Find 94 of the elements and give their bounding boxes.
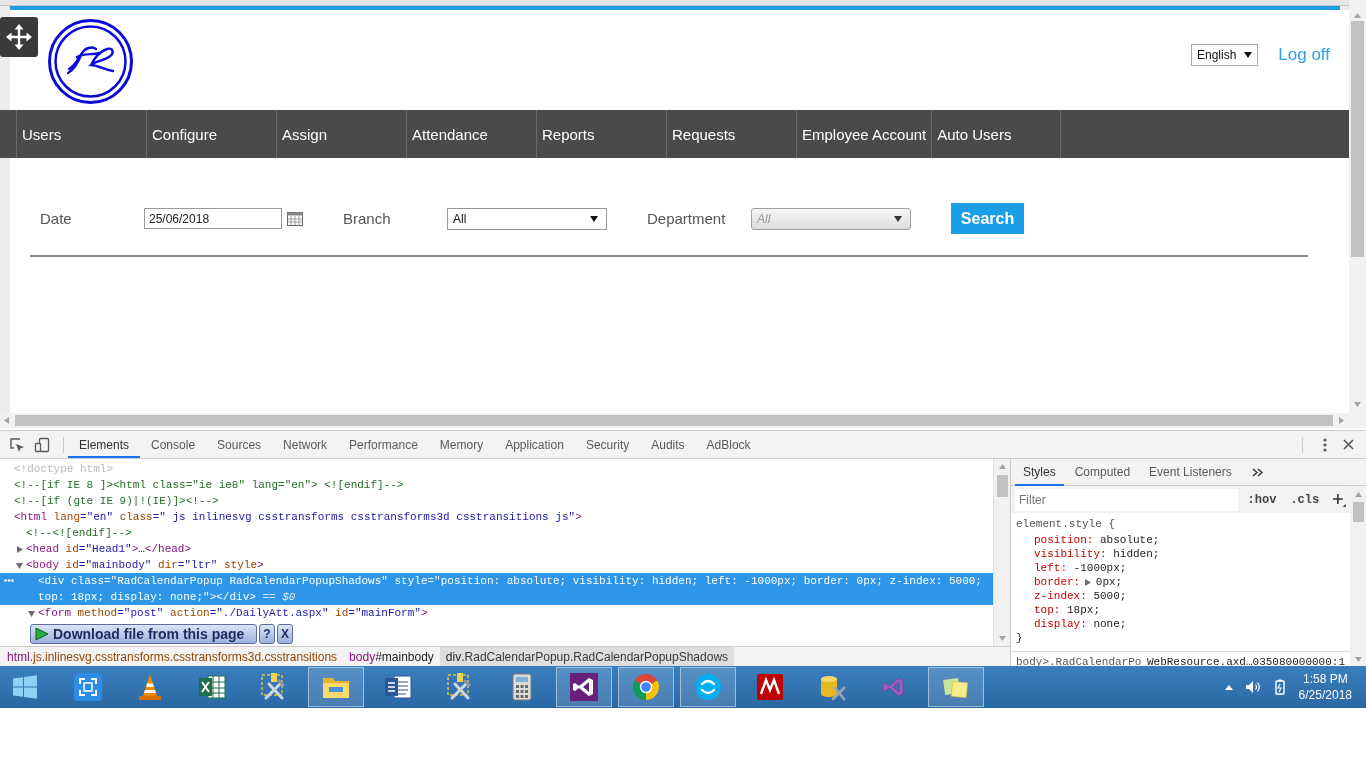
- clock-time[interactable]: 1:58 PM: [1302, 671, 1348, 687]
- branch-select[interactable]: All: [447, 207, 607, 230]
- segmented-circle-icon: [631, 672, 661, 702]
- double-chevron-icon[interactable]: [1251, 467, 1263, 477]
- css-property: border:: [1034, 575, 1081, 589]
- frame-corners-icon: [73, 672, 103, 702]
- field-label: Branch: [343, 210, 392, 227]
- filter-field[interactable]: Filter: [1015, 488, 1238, 511]
- expander-icon[interactable]: [16, 561, 23, 569]
- dom-node[interactable]: <body id="mainbody" dir="ltr" style>: [16, 557, 264, 573]
- devtools-tab[interactable]: Sources: [206, 431, 273, 458]
- dom-node[interactable]: <form method="post" action="./DailyAtt.aspx" id="mainForm">: [28, 605, 428, 621]
- scroll-up-icon[interactable]: [1354, 492, 1362, 497]
- ellipsis-icon[interactable]: [4, 579, 14, 582]
- dom-node[interactable]: <html lang="en" class=" js inlinesvg csstransforms csstransforms3d csstransitions js">: [14, 509, 582, 525]
- devices-icon[interactable]: [34, 436, 50, 453]
- devtools-tab[interactable]: AdBlock: [695, 431, 762, 458]
- css-value: 0px;: [1095, 575, 1123, 589]
- spreadsheet-icon: [197, 672, 227, 702]
- clock-date[interactable]: 6/25/2018: [1298, 687, 1352, 703]
- css-property: z-index:: [1034, 589, 1087, 603]
- caret-up-icon[interactable]: [1224, 684, 1233, 690]
- caret-icon: [1244, 52, 1253, 58]
- css-property: position:: [1034, 533, 1094, 547]
- start-icon: [12, 674, 38, 700]
- bubble-icon: [693, 672, 723, 702]
- field-label: Date: [40, 210, 73, 227]
- scroll-down-icon[interactable]: [998, 636, 1006, 641]
- more-icon[interactable]: [1323, 437, 1327, 452]
- field-label: Department: [647, 210, 727, 227]
- calendar-icon[interactable]: [287, 211, 303, 226]
- caret-icon: [590, 215, 598, 222]
- scrollbar-thumb[interactable]: [1352, 502, 1364, 522]
- dom-node[interactable]: <!--<![endif]-->: [26, 525, 132, 541]
- breadcrumb[interactable]: div.RadCalendarPopup.RadCalendarPopupShadows: [439, 647, 735, 666]
- expander-icon[interactable]: [16, 545, 23, 553]
- zigzag-tile-icon: [755, 672, 785, 702]
- scrollbar-thumb[interactable]: [15, 415, 1333, 426]
- scroll-left-icon[interactable]: [4, 417, 9, 424]
- close-icon[interactable]: [1343, 439, 1354, 450]
- play-icon: [35, 627, 49, 641]
- hover-state-button[interactable]: :hov: [1243, 492, 1281, 507]
- dom-node[interactable]: <head id="Head1">…</head>: [16, 541, 192, 557]
- ribbon-tile-icon: [569, 672, 599, 702]
- scroll-down-icon[interactable]: [1354, 402, 1361, 407]
- caret-icon: [894, 215, 902, 222]
- css-value: absolute;: [1100, 533, 1160, 547]
- css-value: hidden;: [1113, 547, 1160, 561]
- devtools-tab[interactable]: Memory: [428, 431, 495, 458]
- breadcrumb[interactable]: body#mainbody: [343, 647, 440, 666]
- download-button[interactable]: Download file from this page: [30, 624, 257, 644]
- css-selector: element.style {: [1016, 517, 1116, 531]
- css-property: display:: [1034, 617, 1087, 631]
- scrollbar-thumb[interactable]: [996, 475, 1008, 497]
- devtools-tab[interactable]: Application: [494, 431, 575, 458]
- language-select[interactable]: English: [1190, 44, 1259, 66]
- devtools-tab[interactable]: Network: [272, 431, 339, 458]
- expander-icon[interactable]: [1084, 578, 1092, 586]
- move-icon[interactable]: [0, 17, 38, 57]
- css-value: -1000px;: [1073, 561, 1127, 575]
- expander-icon[interactable]: [28, 609, 35, 617]
- devtools-tab[interactable]: Security: [574, 431, 641, 458]
- devtools-tab[interactable]: Audits: [640, 431, 696, 458]
- taskbar-button[interactable]: [556, 667, 612, 707]
- scroll-up-icon[interactable]: [998, 464, 1006, 469]
- inspect-icon[interactable]: [9, 436, 25, 453]
- scroll-down-icon[interactable]: [1354, 657, 1362, 662]
- speaker-icon[interactable]: [1244, 680, 1261, 694]
- scroll-right-icon[interactable]: [1339, 417, 1344, 424]
- plus-icon[interactable]: [1332, 492, 1346, 507]
- css-property: left:: [1034, 561, 1067, 575]
- dom-node[interactable]: <!--[if (gte IE 9)|!(IE)]><!-->: [14, 493, 219, 509]
- document-icon: [383, 672, 413, 702]
- help-button[interactable]: ?: [259, 624, 275, 644]
- css-value: 18px;: [1067, 603, 1100, 617]
- dom-node[interactable]: <!--[if IE 8 ]><html class="ie ie8" lang="en"> <![endif]-->: [14, 477, 404, 493]
- styles-tab[interactable]: Computed: [1066, 458, 1139, 486]
- source-link[interactable]: WebResource.axd…035080000000:1: [1146, 656, 1345, 670]
- battery-icon[interactable]: [1272, 679, 1287, 695]
- styles-tab[interactable]: Event Listeners: [1141, 458, 1240, 486]
- date-field[interactable]: 25/06/2018: [144, 208, 282, 229]
- scroll-up-icon[interactable]: [1354, 13, 1361, 18]
- css-property: visibility:: [1034, 547, 1107, 561]
- css-brace: }: [1016, 632, 1023, 644]
- css-value: none;: [1093, 617, 1127, 631]
- close-button[interactable]: X: [277, 624, 293, 644]
- css-property: top:: [1034, 603, 1061, 617]
- scrollbar-thumb[interactable]: [1351, 21, 1364, 257]
- devtools-tab[interactable]: Console: [140, 431, 207, 458]
- class-button[interactable]: .cls: [1286, 492, 1324, 507]
- css-selector: body>.RadCalendarPo: [1016, 656, 1142, 668]
- breadcrumb[interactable]: html.js.inlinesvg.csstransforms.csstransforms3d.csstransitions: [1, 647, 344, 666]
- devtools-tab[interactable]: Performance: [338, 431, 429, 458]
- css-value: 5000;: [1093, 589, 1127, 603]
